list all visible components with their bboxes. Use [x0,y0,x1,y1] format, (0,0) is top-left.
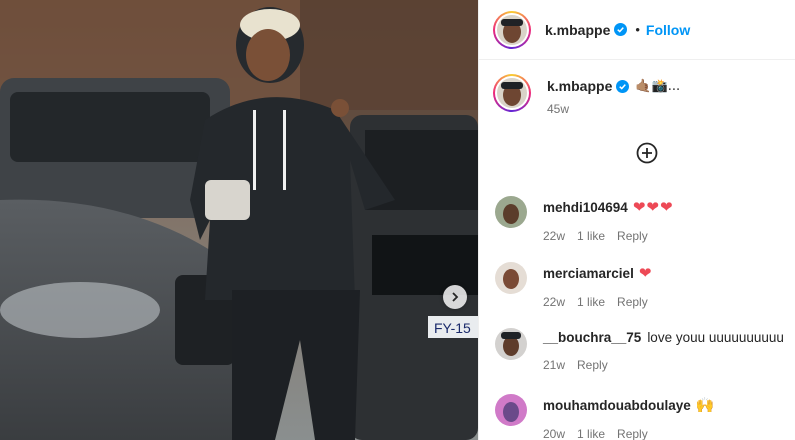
comment-time: 22w [543,295,566,309]
comment-time: 22w [543,229,566,243]
avatar-image [497,78,527,108]
comment-likes[interactable]: 1 like [577,229,605,243]
author-username[interactable]: k.mbappe [545,22,610,38]
reply-button[interactable]: Reply [617,295,648,309]
heart-icon: ❤ [638,264,653,282]
comment-username[interactable]: __bouchra__75 [543,330,641,345]
comment-list: mehdi104694 ❤❤❤ 22w 1 like Reply merciam… [479,192,795,440]
comment-likes[interactable]: 1 like [577,295,605,309]
verified-badge-icon [614,23,628,36]
follow-button[interactable]: Follow [646,22,690,38]
author-avatar[interactable] [493,10,531,49]
reply-button[interactable]: Reply [577,358,608,372]
post-modal: FY-15 k.mbappe • Follow k.mbappe 🤙🏽📸... … [0,0,795,440]
svg-text:FY-15: FY-15 [434,320,471,336]
post-photo: FY-15 [0,0,478,440]
comment-text: love youu uuuuuuuuuu [647,330,784,345]
commenter-avatar[interactable] [495,394,527,426]
comment-item: merciamarciel ❤ 22w 1 like Reply [479,258,795,324]
plus-circle-icon[interactable] [636,142,658,164]
caption-text: 🤙🏽📸... [635,78,681,94]
post-header: k.mbappe • Follow [479,0,795,60]
caption-avatar[interactable] [493,74,531,112]
comment-item: mehdi104694 ❤❤❤ 22w 1 like Reply [479,192,795,258]
photo-scene: FY-15 [0,0,478,440]
caption-username[interactable]: k.mbappe [547,78,612,94]
comment-likes[interactable]: 1 like [577,427,605,440]
comment-item: mouhamdouabdoulaye 🙌 20w 1 like Reply [479,390,795,440]
separator-dot: • [635,22,640,37]
comment-username[interactable]: mehdi104694 [543,200,628,215]
comment-time: 20w [543,427,566,440]
comment-item: __bouchra__75 love youu uuuuuuuuuu 21w R… [479,324,795,390]
comment-username[interactable]: mouhamdouabdoulaye [543,398,691,413]
next-photo-button[interactable] [443,285,467,309]
reply-button[interactable]: Reply [617,427,648,440]
post-side-panel: k.mbappe • Follow k.mbappe 🤙🏽📸... 45w me… [478,0,795,440]
caption: k.mbappe 🤙🏽📸... 45w [479,60,795,116]
reply-button[interactable]: Reply [617,229,648,243]
heart-icon: ❤❤❤ [632,198,674,216]
caption-time: 45w [547,102,570,116]
commenter-avatar[interactable] [495,328,527,360]
comment-username[interactable]: merciamarciel [543,266,634,281]
verified-badge-icon [616,79,630,93]
raised-hands-icon: 🙌 [695,396,716,414]
commenter-avatar[interactable] [495,196,527,228]
commenter-avatar[interactable] [495,262,527,294]
avatar-image [497,14,527,45]
chevron-right-icon [452,292,459,302]
comment-time: 21w [543,358,566,372]
